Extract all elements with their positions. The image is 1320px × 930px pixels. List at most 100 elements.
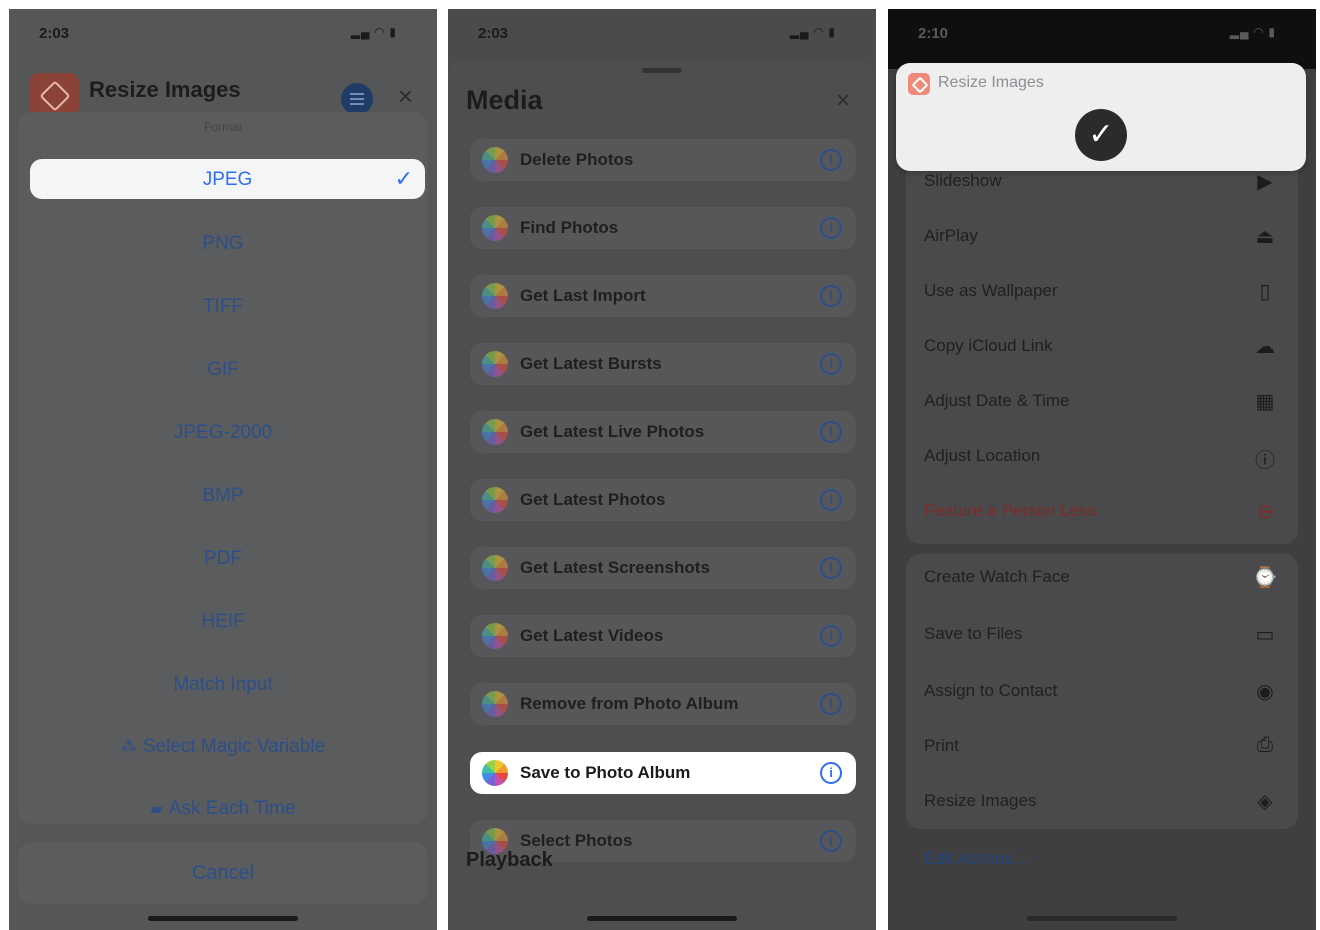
action-get-latest-videos[interactable]: Get Latest Videos i	[470, 615, 856, 657]
status-time: 2:10	[918, 25, 949, 42]
photos-app-icon	[482, 691, 508, 717]
format-option-selected[interactable]: JPEG ✓	[30, 159, 425, 199]
info-icon[interactable]: i	[820, 285, 842, 307]
action-create-watch-face[interactable]: Create Watch Face ⌚	[906, 557, 1298, 597]
photos-app-icon	[482, 419, 508, 445]
sheet-grabber[interactable]	[642, 68, 682, 73]
action-label: Assign to Contact	[924, 681, 1058, 700]
action-delete-photos[interactable]: Delete Photos i	[470, 139, 856, 181]
action-label: Get Latest Videos	[520, 626, 664, 645]
info-icon[interactable]: i	[820, 217, 842, 239]
action-label: Remove from Photo Album	[520, 694, 739, 713]
cancel-button[interactable]: Cancel	[18, 842, 428, 904]
format-option-match-input[interactable]: Match Input	[18, 674, 428, 696]
close-icon[interactable]: ×	[398, 81, 413, 112]
format-option-heif[interactable]: HEIF	[18, 611, 428, 633]
calendar-clock-icon: ▦	[1255, 391, 1275, 413]
info-icon[interactable]: i	[820, 557, 842, 579]
close-icon[interactable]: ×	[836, 87, 850, 115]
signal-wifi-battery-icons: ▂▄ ◠ ▮	[350, 25, 397, 39]
speech-bubble-icon: ▰	[150, 801, 163, 818]
format-option-tiff[interactable]: TIFF	[18, 296, 428, 318]
info-icon[interactable]: i	[820, 762, 842, 784]
action-get-latest-live-photos[interactable]: Get Latest Live Photos i	[470, 411, 856, 453]
format-option-pdf[interactable]: PDF	[18, 548, 428, 570]
magic-variable-label: Select Magic Variable	[142, 736, 326, 757]
action-get-latest-photos[interactable]: Get Latest Photos i	[470, 479, 856, 521]
ask-each-time-option[interactable]: ▰ Ask Each Time	[18, 798, 428, 820]
select-magic-variable-option[interactable]: ⁂ Select Magic Variable	[18, 736, 428, 758]
action-label: Find Photos	[520, 218, 619, 237]
media-title: Media	[466, 85, 543, 115]
photos-app-icon	[482, 760, 508, 786]
info-icon[interactable]: i	[820, 489, 842, 511]
format-option-gif[interactable]: GIF	[18, 359, 428, 381]
action-label: AirPlay	[924, 226, 978, 245]
action-save-to-photo-album[interactable]: Save to Photo Album i	[470, 752, 856, 794]
list-settings-icon[interactable]	[341, 83, 373, 115]
format-option-jpeg2000[interactable]: JPEG-2000	[18, 422, 428, 444]
checkmark-icon: ✓	[1075, 109, 1127, 161]
format-option-png[interactable]: PNG	[18, 233, 428, 255]
action-label: Feature a Person Less	[924, 501, 1096, 520]
action-label: Get Latest Photos	[520, 490, 666, 509]
photos-app-icon	[482, 147, 508, 173]
action-label: Get Latest Live Photos	[520, 422, 705, 441]
action-adjust-date-time[interactable]: Adjust Date & Time ▦	[906, 381, 1298, 421]
action-get-last-import[interactable]: Get Last Import i	[470, 275, 856, 317]
format-option-bmp[interactable]: BMP	[18, 485, 428, 507]
action-use-as-wallpaper[interactable]: Use as Wallpaper ▯	[906, 271, 1298, 311]
action-resize-images[interactable]: Resize Images ◈	[906, 781, 1298, 821]
shortcut-title: Resize Images	[89, 77, 241, 102]
action-label: Select Photos	[520, 831, 633, 850]
action-label: Use as Wallpaper	[924, 281, 1058, 300]
home-indicator	[148, 916, 298, 921]
media-actions-screen: 2:03 ▂▄ ◠ ▮ Media × Delete Photos i Find…	[448, 9, 876, 930]
info-icon[interactable]: i	[820, 353, 842, 375]
photos-app-icon	[482, 487, 508, 513]
info-icon[interactable]: i	[820, 421, 842, 443]
watch-icon: ⌚	[1252, 567, 1278, 589]
info-icon[interactable]: i	[820, 830, 842, 852]
action-label: Copy iCloud Link	[924, 336, 1053, 355]
printer-icon: ⎙	[1257, 734, 1273, 756]
magic-wand-icon: ⁂	[120, 739, 137, 756]
action-feature-person-less[interactable]: Feature a Person Less ⊖	[906, 491, 1298, 531]
person-circle-icon: ◉	[1256, 681, 1274, 703]
action-label: Adjust Date & Time	[924, 391, 1070, 410]
status-bar: 2:03 ▂▄ ◠ ▮	[9, 23, 437, 47]
status-bar: 2:10 ▂▄ ◠ ▮	[888, 23, 1316, 47]
action-get-latest-bursts[interactable]: Get Latest Bursts i	[470, 343, 856, 385]
action-adjust-location[interactable]: Adjust Location ⓘ	[906, 436, 1298, 476]
edit-actions-link[interactable]: Edit Actions...	[924, 849, 1027, 869]
section-header-playback: Playback	[466, 849, 553, 871]
status-time: 2:03	[478, 25, 509, 42]
action-find-photos[interactable]: Find Photos i	[470, 207, 856, 249]
status-bar: 2:03 ▂▄ ◠ ▮	[448, 23, 876, 47]
info-icon[interactable]: i	[820, 149, 842, 171]
layers-icon: ◈	[1257, 791, 1273, 813]
action-assign-to-contact[interactable]: Assign to Contact ◉	[906, 671, 1298, 711]
photos-app-icon	[482, 351, 508, 377]
shortcut-app-icon	[29, 73, 79, 117]
action-label: Get Last Import	[520, 286, 646, 305]
top-dark-strip: 2:10 ▂▄ ◠ ▮	[888, 9, 1316, 69]
action-label: Slideshow	[924, 171, 1002, 190]
airplay-icon: ⏏	[1255, 226, 1275, 248]
action-copy-icloud-link[interactable]: Copy iCloud Link ☁	[906, 326, 1298, 366]
action-label: Resize Images	[924, 791, 1037, 810]
action-print[interactable]: Print ⎙	[906, 726, 1298, 766]
info-icon[interactable]: i	[820, 625, 842, 647]
folder-icon: ▭	[1255, 624, 1275, 646]
action-airplay[interactable]: AirPlay ⏏	[906, 216, 1298, 256]
home-indicator	[587, 916, 737, 921]
format-heading: Format	[203, 120, 242, 134]
action-remove-from-photo-album[interactable]: Remove from Photo Album i	[470, 683, 856, 725]
info-icon[interactable]: i	[820, 693, 842, 715]
action-get-latest-screenshots[interactable]: Get Latest Screenshots i	[470, 547, 856, 589]
action-save-to-files[interactable]: Save to Files ▭	[906, 614, 1298, 654]
phone-icon: ▯	[1259, 281, 1271, 303]
share-sheet-screen: 2:10 ▂▄ ◠ ▮ Slideshow ▶ AirPlay ⏏ Use as…	[888, 9, 1316, 930]
action-label: Save to Photo Album	[520, 763, 691, 782]
format-option-label: JPEG	[202, 169, 253, 190]
